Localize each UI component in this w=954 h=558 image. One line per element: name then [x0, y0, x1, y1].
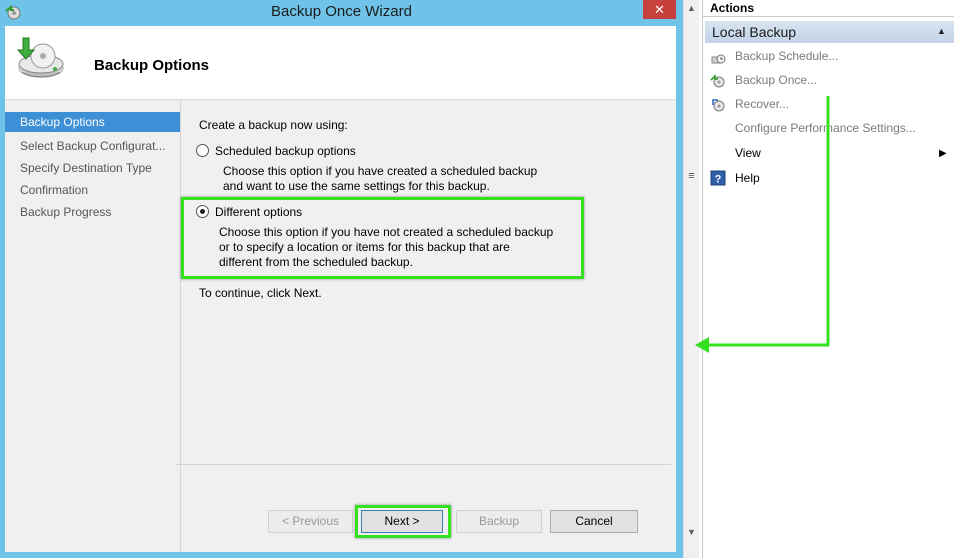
scheduled-options-radio[interactable]: [196, 144, 209, 157]
previous-button[interactable]: < Previous: [268, 510, 353, 533]
different-options-highlight: [181, 197, 584, 279]
nav-item-select-backup-configuration[interactable]: Select Backup Configurat...: [5, 136, 180, 156]
scheduled-options-desc-2: and want to use the same settings for th…: [223, 179, 490, 193]
window-title: Backup Once Wizard: [271, 3, 412, 20]
page-title: Backup Options: [94, 57, 210, 74]
wizard-nav: Backup Options Select Backup Configurat.…: [5, 100, 181, 552]
nav-item-specify-destination-type[interactable]: Specify Destination Type: [5, 158, 180, 178]
nav-item-backup-options[interactable]: Backup Options: [5, 112, 180, 132]
backup-button[interactable]: Backup: [456, 510, 542, 533]
next-button-highlight: [355, 505, 451, 538]
title-bar[interactable]: Backup Once Wizard ✕: [0, 0, 683, 25]
backup-disk-icon: [16, 37, 64, 78]
nav-item-confirmation[interactable]: Confirmation: [5, 180, 180, 200]
close-button[interactable]: ✕: [643, 0, 676, 19]
scheduled-options-label[interactable]: Scheduled backup options: [215, 144, 356, 158]
prompt-text: Create a backup now using:: [199, 118, 348, 132]
scheduled-options-desc-1: Choose this option if you have created a…: [223, 164, 538, 178]
cancel-button[interactable]: Cancel: [550, 510, 638, 533]
continue-text: To continue, click Next.: [199, 286, 322, 300]
wizard-header: Backup Options: [5, 26, 676, 100]
wizard-window: Backup Once Wizard ✕ Backup Options Back…: [0, 0, 683, 558]
annotation-arrow: [695, 96, 830, 353]
footer-divider: [176, 464, 671, 465]
wizard-client: Backup Options Backup Options Select Bac…: [5, 26, 676, 552]
nav-item-backup-progress[interactable]: Backup Progress: [5, 202, 180, 222]
wizard-content: Create a backup now using: Scheduled bac…: [181, 100, 676, 490]
